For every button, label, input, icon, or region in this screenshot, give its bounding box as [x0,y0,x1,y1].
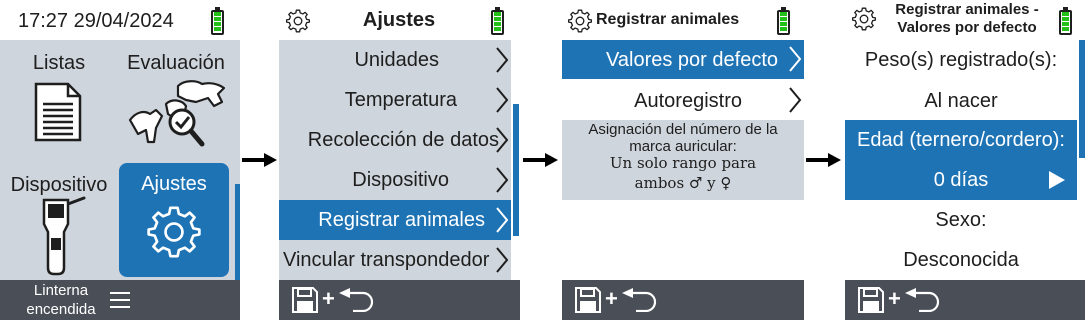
menu-item-label: Dispositivo [352,169,449,191]
clock-datetime: 17:27 29/04/2024 [18,10,174,32]
back-arrow-icon[interactable] [622,288,658,312]
gear-icon [147,206,201,258]
sex-value[interactable]: Desconocida [845,240,1077,280]
menu-item-units[interactable]: Unidades [279,40,511,80]
bottom-bar: Linterna encendida [0,280,240,320]
back-arrow-icon[interactable] [339,288,375,312]
page-title: Registrar animales [596,11,740,28]
tile-evaluation[interactable]: Evaluación [118,40,240,160]
menu-item-device[interactable]: Dispositivo [279,160,511,200]
flashlight-status: Linterna encendida [16,281,106,319]
page-title: Registrar animales - Valores por defecto [879,1,1055,37]
menu-item-autoregister[interactable]: Autoregistro [562,80,804,120]
menu-item-register-animals[interactable]: Registrar animales [279,200,511,240]
flashlight-status-line1: Linterna [33,282,89,299]
row-value: 0 días [933,169,989,191]
menu-item-label: Unidades [354,49,439,71]
tile-device[interactable]: Dispositivo [0,160,118,280]
chevron-right-icon [496,87,509,113]
bottom-bar: + [845,280,1085,320]
back-arrow-icon[interactable] [905,288,941,312]
page-title-line1: Registrar animales - [895,1,1039,18]
register-animals-screen: Registrar animales Valores por defecto A… [562,0,804,320]
age-value[interactable]: 0 días [845,160,1077,200]
ear-tag-assignment-info[interactable]: Asignación del número de la marca auricu… [562,120,804,200]
arrow-right-icon [523,153,558,167]
default-values-screen: Registrar animales - Valores por defecto… [845,0,1085,320]
battery-icon [1059,7,1072,35]
row-label: Peso(s) registrado(s): [864,49,1058,71]
document-icon [34,82,82,142]
chevron-right-icon [496,127,509,153]
row-value: Desconocida [903,249,1019,271]
chevron-right-icon [789,87,802,113]
menu-item-temperature[interactable]: Temperatura [279,80,511,120]
tile-settings[interactable]: Ajustes [119,163,229,277]
menu-item-label: Registrar animales [318,209,485,231]
battery-icon [777,7,790,35]
menu-item-default-values[interactable]: Valores por defecto [562,40,804,79]
scrollbar[interactable] [1079,40,1085,158]
menu-item-label: Valores por defecto [606,49,778,71]
sex-label: Sexo: [845,200,1077,240]
weights-recorded-value[interactable]: Al nacer [845,80,1077,120]
page-title-line2: Valores por defecto [897,19,1037,36]
save-icon[interactable] [291,286,319,314]
info-line: ambos ♂ y ♀ [634,174,732,192]
bottom-bar: + [279,280,520,320]
arrow-right-icon [806,153,841,167]
tile-lists[interactable]: Listas [0,40,118,160]
save-icon[interactable] [574,286,602,314]
age-label: Edad (ternero/cordero): [845,120,1077,160]
bottom-bar: + [562,280,804,320]
save-icon[interactable] [857,286,885,314]
gear-icon [567,9,593,33]
plus-icon: + [888,286,901,311]
home-screen: 17:27 29/04/2024 Listas Evaluación Dispo… [0,0,240,320]
menu-icon[interactable] [110,291,130,309]
battery-icon [211,7,224,35]
menu-item-label: Temperatura [344,89,457,111]
menu-item-label: Recolección de datos [307,129,499,151]
tile-lists-label: Listas [32,52,86,74]
play-triangle-icon[interactable] [1049,171,1065,189]
chevron-right-icon [789,46,802,72]
info-line: Asignación del número de la [588,121,778,138]
menu-item-label: Autoregistro [634,90,742,112]
info-line: marca auricular: [629,138,737,155]
cattle-inspect-icon [128,80,226,147]
info-line: Un solo rango para [609,154,757,172]
plus-icon: + [605,286,618,311]
menu-item-link-transponder[interactable]: Vincular transpondedor [279,240,511,280]
row-value: Al nacer [924,90,998,112]
battery-icon [491,7,504,35]
chevron-right-icon [496,167,509,193]
settings-screen: Ajustes Unidades Temperatura Recolección… [279,0,520,320]
flashlight-status-line2: encendida [26,301,96,318]
row-label: Edad (ternero/cordero): [857,129,1065,151]
scrollbar[interactable] [513,104,519,236]
handheld-device-icon [42,196,86,276]
row-label: Sexo: [935,209,987,231]
chevron-right-icon [496,247,509,273]
page-title: Ajustes [362,9,436,31]
gear-icon [285,9,311,33]
scrollbar[interactable] [235,184,240,280]
chevron-right-icon [496,207,509,233]
arrow-right-icon [242,153,277,167]
tile-evaluation-label: Evaluación [127,52,225,74]
menu-list: Unidades Temperatura Recolección de dato… [279,40,511,280]
menu-item-data-collection[interactable]: Recolección de datos [279,120,511,160]
chevron-right-icon [496,47,509,73]
menu-item-label: Vincular transpondedor [283,249,490,271]
plus-icon: + [322,286,335,311]
tile-settings-label: Ajustes [141,173,207,195]
weights-recorded-label: Peso(s) registrado(s): [845,40,1077,80]
gear-icon [851,7,877,31]
